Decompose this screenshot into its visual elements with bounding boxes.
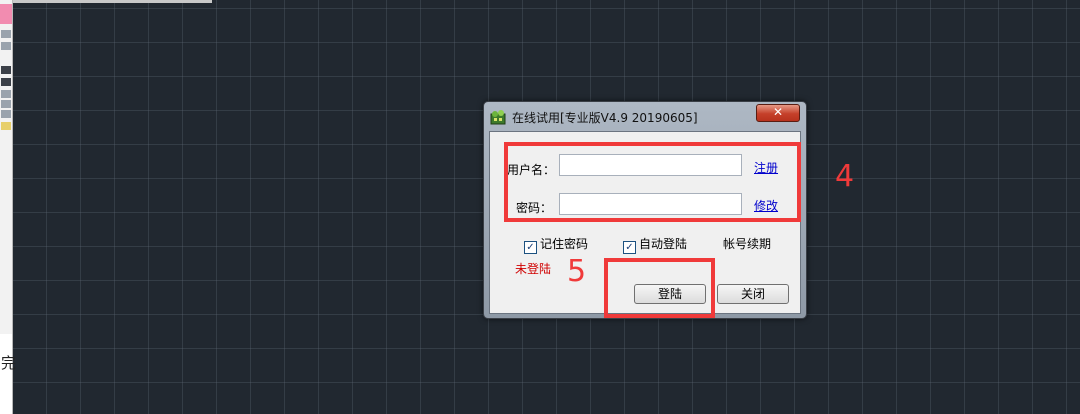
checkbox-check-icon[interactable]: ✓: [623, 241, 636, 254]
tool-icon[interactable]: [1, 90, 11, 98]
annotation-box-login: [604, 258, 715, 318]
annotation-number-5: 5: [567, 254, 587, 289]
account-renewal-link[interactable]: 帐号续期: [723, 235, 771, 252]
app-icon: [490, 110, 506, 125]
auto-login-checkbox[interactable]: ✓ 自动登陆: [623, 235, 687, 254]
remember-password-label: 记住密码: [540, 237, 589, 251]
side-status-text: 完: [1, 354, 17, 372]
toolbar-accent: [0, 4, 12, 24]
annotation-number-4: 4: [835, 159, 855, 194]
tool-icon[interactable]: [1, 66, 11, 74]
annotation-box-credentials: [504, 142, 801, 222]
tool-icon[interactable]: [1, 110, 11, 118]
tool-icon[interactable]: [1, 78, 11, 86]
window-close-button[interactable]: ✕: [756, 104, 800, 122]
checkbox-check-icon[interactable]: ✓: [524, 241, 537, 254]
tool-icon[interactable]: [1, 100, 11, 108]
cad-canvas[interactable]: 完 在线试用[专业版V4.9 20190605] ✕ 用户名： 注册 密码： 修…: [0, 0, 1080, 414]
tool-icon[interactable]: [1, 122, 11, 130]
left-panel-bottom: [0, 334, 12, 414]
tool-icon[interactable]: [1, 42, 11, 50]
remember-password-checkbox[interactable]: ✓ 记住密码: [524, 235, 588, 254]
tool-icon[interactable]: [1, 30, 11, 38]
close-button[interactable]: 关闭: [717, 284, 789, 304]
auto-login-label: 自动登陆: [639, 237, 688, 251]
close-icon: ✕: [772, 105, 784, 119]
login-status-text: 未登陆: [515, 262, 552, 276]
dialog-title: 在线试用[专业版V4.9 20190605]: [512, 111, 698, 125]
top-toolbar-edge: [12, 0, 212, 3]
dialog-titlebar[interactable]: 在线试用[专业版V4.9 20190605] ✕: [484, 102, 806, 132]
